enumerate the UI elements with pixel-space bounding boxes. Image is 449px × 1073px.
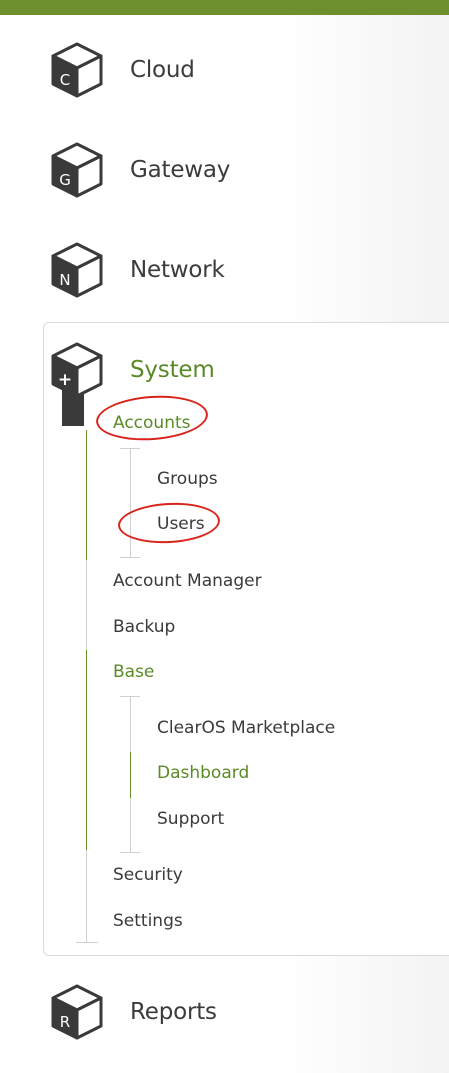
tree-tick bbox=[120, 852, 140, 853]
cloud-cube-icon: C bbox=[48, 41, 106, 99]
menu-item-settings[interactable]: Settings bbox=[113, 911, 183, 931]
menu-item-accounts[interactable]: Accounts bbox=[113, 413, 191, 433]
reports-cube-icon: R bbox=[48, 983, 106, 1041]
nav-category-cloud[interactable]: C Cloud bbox=[48, 40, 195, 100]
menu-item-base[interactable]: Base bbox=[113, 662, 154, 682]
nav-category-label: Cloud bbox=[130, 57, 195, 83]
nav-category-system[interactable]: + System bbox=[48, 340, 215, 400]
menu-item-account-manager[interactable]: Account Manager bbox=[113, 571, 262, 591]
top-accent-bar bbox=[0, 0, 449, 15]
nav-category-gateway[interactable]: G Gateway bbox=[48, 140, 230, 200]
menu-item-users[interactable]: Users bbox=[157, 514, 205, 534]
tree-tick bbox=[76, 942, 98, 943]
tree-tick bbox=[120, 557, 140, 558]
network-cube-icon: N bbox=[48, 241, 106, 299]
gateway-cube-icon: G bbox=[48, 141, 106, 199]
menu-item-clearos-marketplace[interactable]: ClearOS Marketplace bbox=[157, 718, 335, 738]
nav-category-label: Network bbox=[130, 257, 225, 283]
menu-item-security[interactable]: Security bbox=[113, 865, 183, 885]
tree-line-active bbox=[130, 752, 131, 798]
nav-category-label: Reports bbox=[130, 999, 217, 1025]
nav-category-network[interactable]: N Network bbox=[48, 240, 225, 300]
system-menu-panel bbox=[43, 322, 449, 956]
menu-item-support[interactable]: Support bbox=[157, 809, 224, 829]
menu-item-backup[interactable]: Backup bbox=[113, 617, 175, 637]
nav-category-label: System bbox=[130, 357, 215, 383]
nav-category-reports[interactable]: R Reports bbox=[48, 982, 217, 1042]
svg-text:+: + bbox=[58, 370, 72, 390]
tree-line-active bbox=[86, 430, 87, 560]
tree-tick bbox=[120, 448, 140, 449]
system-cube-icon: + bbox=[48, 341, 106, 399]
nav-category-label: Gateway bbox=[130, 157, 231, 183]
tree-line-active bbox=[86, 650, 87, 850]
svg-text:N: N bbox=[59, 271, 70, 289]
svg-text:C: C bbox=[60, 71, 70, 89]
menu-item-dashboard[interactable]: Dashboard bbox=[157, 763, 249, 783]
menu-item-groups[interactable]: Groups bbox=[157, 469, 218, 489]
tree-tick bbox=[120, 696, 140, 697]
tree-line bbox=[130, 448, 131, 558]
svg-text:G: G bbox=[59, 171, 71, 189]
svg-text:R: R bbox=[60, 1013, 70, 1031]
